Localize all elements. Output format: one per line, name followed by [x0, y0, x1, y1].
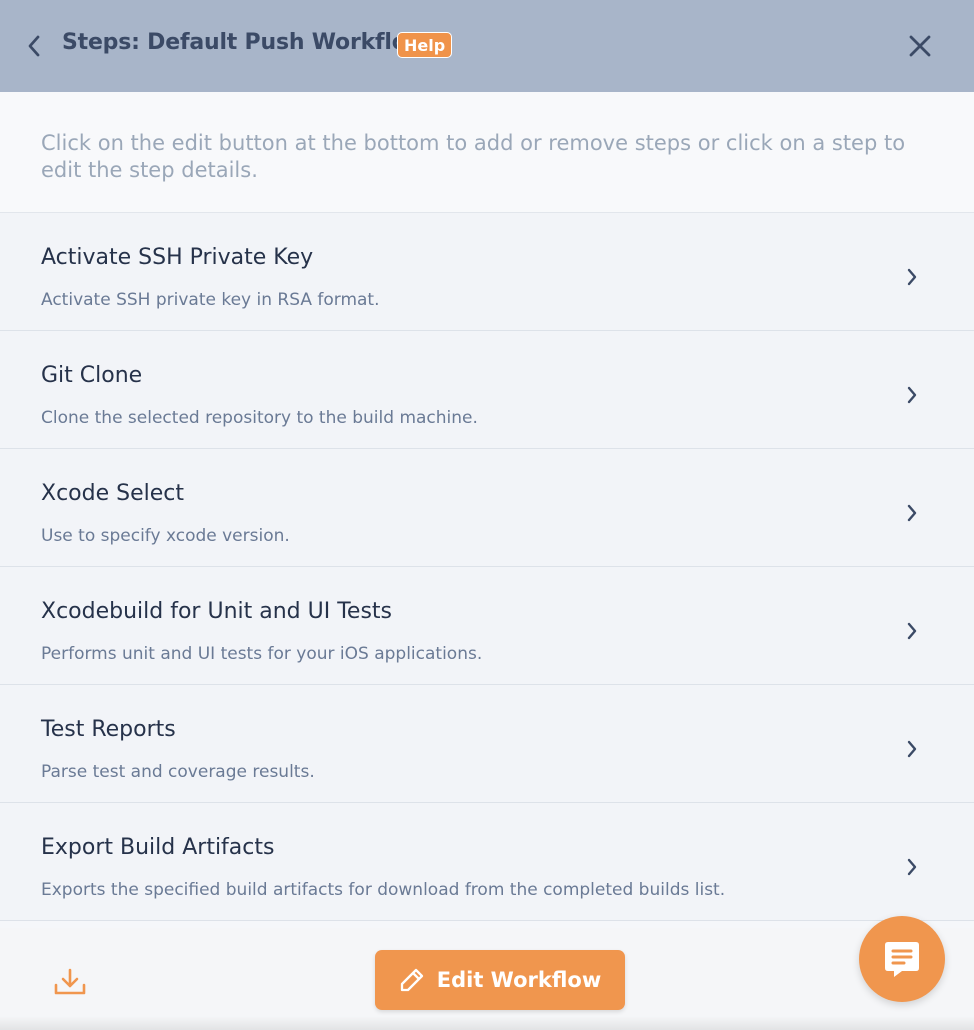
chevron-right-icon [902, 739, 922, 759]
intro-section: Click on the edit button at the bottom t… [0, 92, 974, 213]
chat-button[interactable] [859, 916, 945, 1002]
step-description: Activate SSH private key in RSA format. [41, 290, 380, 310]
download-icon [54, 968, 86, 995]
back-button[interactable] [20, 30, 48, 62]
step-item[interactable]: Export Build Artifacts Exports the speci… [0, 803, 974, 921]
step-description: Exports the specified build artifacts fo… [41, 880, 726, 900]
step-description: Parse test and coverage results. [41, 762, 315, 782]
workflow-steps-panel: Steps: Default Push Workflow Help Click … [0, 0, 974, 1030]
step-item[interactable]: Activate SSH Private Key Activate SSH pr… [0, 213, 974, 331]
intro-text: Click on the edit button at the bottom t… [41, 131, 906, 182]
close-icon [909, 35, 931, 57]
chevron-right-icon [902, 621, 922, 641]
edit-workflow-button[interactable]: Edit Workflow [375, 950, 625, 1010]
step-item[interactable]: Test Reports Parse test and coverage res… [0, 685, 974, 803]
footer-shade [0, 1016, 974, 1030]
steps-list: Activate SSH Private Key Activate SSH pr… [0, 213, 974, 921]
download-button[interactable] [52, 964, 88, 1000]
step-item[interactable]: Xcode Select Use to specify xcode versio… [0, 449, 974, 567]
page-title: Steps: Default Push Workflow [62, 30, 427, 55]
step-title: Export Build Artifacts [41, 835, 275, 860]
step-title: Xcodebuild for Unit and UI Tests [41, 599, 392, 624]
step-description: Clone the selected repository to the bui… [41, 408, 478, 428]
step-description: Use to specify xcode version. [41, 526, 290, 546]
step-description: Performs unit and UI tests for your iOS … [41, 644, 483, 664]
step-title: Activate SSH Private Key [41, 245, 314, 270]
chevron-left-icon [28, 35, 40, 57]
chevron-right-icon [902, 385, 922, 405]
chat-icon [885, 942, 919, 977]
chevron-right-icon [902, 503, 922, 523]
pencil-icon [399, 967, 425, 993]
step-item[interactable]: Xcodebuild for Unit and UI Tests Perform… [0, 567, 974, 685]
step-title: Test Reports [41, 717, 176, 742]
close-button[interactable] [904, 30, 936, 62]
chevron-right-icon [902, 857, 922, 877]
panel-header: Steps: Default Push Workflow Help [0, 0, 974, 92]
step-title: Git Clone [41, 363, 143, 388]
panel-footer: Edit Workflow [0, 928, 974, 1030]
edit-workflow-label: Edit Workflow [436, 968, 602, 992]
chevron-right-icon [902, 267, 922, 287]
step-item[interactable]: Git Clone Clone the selected repository … [0, 331, 974, 449]
help-badge[interactable]: Help [397, 32, 453, 58]
step-title: Xcode Select [41, 481, 184, 506]
